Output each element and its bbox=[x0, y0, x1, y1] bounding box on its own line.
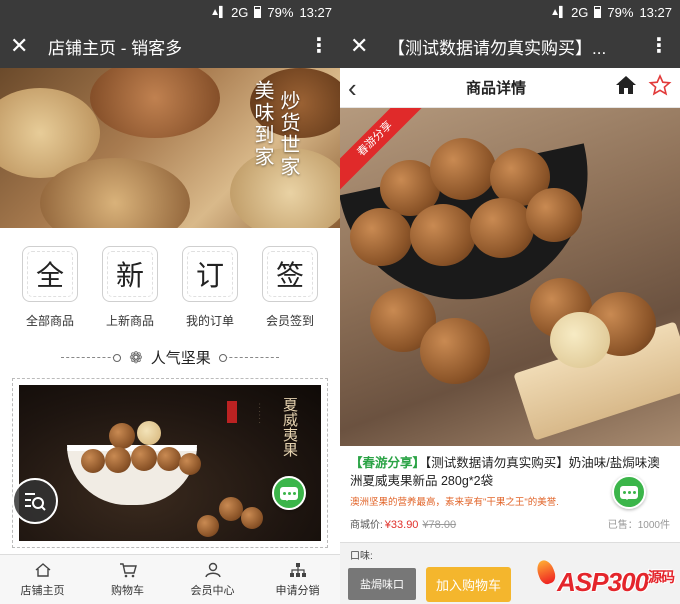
quicknav-icon: 全 bbox=[22, 246, 78, 302]
more-menu-icon[interactable]: ⋮ bbox=[648, 36, 670, 56]
battery-icon bbox=[254, 6, 262, 18]
quicknav-icon: 签 bbox=[262, 246, 318, 302]
search-list-icon bbox=[25, 493, 46, 511]
product-card[interactable]: 夏威夷果 · · · · · · bbox=[12, 378, 328, 548]
chat-fab-button[interactable] bbox=[272, 476, 306, 510]
title-bar: ✕ 店铺主页 - 销客多 ⋮ bbox=[0, 24, 340, 68]
quicknav-my-orders[interactable]: 订 我的订单 bbox=[175, 246, 245, 329]
tab-apply-distribution[interactable]: 申请分销 bbox=[255, 555, 340, 604]
product-hero-image: 春游分享 bbox=[340, 108, 680, 446]
quicknav-label: 上新商品 bbox=[105, 314, 154, 328]
right-screen: ▲▌ 2G 79% 13:27 ✕ 【测试数据请勿真实购买】... ⋮ ‹ 商品… bbox=[340, 0, 680, 604]
product-image: 夏威夷果 · · · · · · bbox=[19, 385, 321, 541]
tab-shop-home[interactable]: 店铺主页 bbox=[0, 555, 85, 604]
network-icon bbox=[288, 561, 308, 579]
bottom-tab-bar: 店铺主页 购物车 会员中心 申请分销 bbox=[0, 554, 340, 604]
battery-icon bbox=[594, 6, 602, 18]
detail-header: ‹ 商品详情 bbox=[340, 68, 680, 108]
flavor-option-chip[interactable]: 盐焗味口 bbox=[348, 568, 416, 600]
banner-text-line2: 美味到家 bbox=[251, 80, 275, 168]
price-label: 商城价: bbox=[350, 520, 383, 531]
battery-label: 79% bbox=[267, 4, 294, 20]
search-fab-button[interactable] bbox=[12, 478, 58, 524]
tab-cart[interactable]: 购物车 bbox=[85, 555, 170, 604]
section-title: 人气坚果 bbox=[150, 350, 211, 367]
user-icon bbox=[203, 561, 223, 579]
option-area: 口味: 盐焗味口 加入购物车 ASP300源码 bbox=[340, 542, 680, 604]
close-icon[interactable]: ✕ bbox=[10, 35, 38, 57]
sold-count: 已售：1000件 bbox=[607, 520, 670, 531]
option-label: 口味: bbox=[350, 551, 373, 562]
quicknav-icon: 新 bbox=[102, 246, 158, 302]
home-icon bbox=[33, 561, 53, 579]
time-label: 13:27 bbox=[299, 4, 332, 20]
price-row: 商城价: ¥33.90 ¥78.00 已售：1000件 bbox=[350, 516, 670, 531]
quick-nav: 全 全部商品 新 上新商品 订 我的订单 签 会员签到 bbox=[0, 246, 340, 329]
decorative-text: · · · · · · bbox=[256, 403, 262, 424]
status-bar: ▲▌ 2G 79% 13:27 bbox=[0, 0, 340, 24]
close-icon[interactable]: ✕ bbox=[350, 35, 378, 57]
signal-icon: ▲▌ bbox=[550, 6, 566, 18]
left-screen: ▲▌ 2G 79% 13:27 ✕ 店铺主页 - 销客多 ⋮ 炒货世家 美味到家… bbox=[0, 0, 340, 604]
cart-icon bbox=[118, 561, 138, 579]
star-favorite-icon[interactable] bbox=[648, 74, 672, 101]
page-title: 店铺主页 - 销客多 bbox=[48, 38, 183, 58]
quicknav-label: 我的订单 bbox=[185, 314, 234, 328]
chat-fab-button[interactable] bbox=[612, 475, 646, 509]
tab-label: 店铺主页 bbox=[20, 585, 65, 597]
banner-text-line1: 炒货世家 bbox=[277, 90, 301, 178]
divider bbox=[218, 354, 279, 362]
current-price: ¥33.90 bbox=[384, 519, 419, 531]
section-header: ❁ 人气坚果 bbox=[0, 347, 340, 368]
battery-label: 79% bbox=[607, 4, 634, 20]
quicknav-icon: 订 bbox=[182, 246, 238, 302]
network-label: 2G bbox=[231, 4, 249, 20]
more-menu-icon[interactable]: ⋮ bbox=[308, 36, 330, 56]
chat-icon bbox=[620, 485, 638, 500]
quicknav-label: 全部商品 bbox=[25, 314, 74, 328]
signal-icon: ▲▌ bbox=[210, 6, 226, 18]
divider bbox=[61, 354, 122, 362]
watermark-logo: ASP300源码 bbox=[557, 567, 675, 597]
quicknav-label: 会员签到 bbox=[265, 314, 314, 328]
hero-banner[interactable]: 炒货世家 美味到家 bbox=[0, 68, 340, 228]
quicknav-all-products[interactable]: 全 全部商品 bbox=[15, 246, 85, 329]
tab-label: 会员中心 bbox=[190, 585, 235, 597]
back-chevron-icon[interactable]: ‹ bbox=[348, 75, 378, 101]
status-bar: ▲▌ 2G 79% 13:27 bbox=[340, 0, 680, 24]
tab-member-center[interactable]: 会员中心 bbox=[170, 555, 255, 604]
original-price: ¥78.00 bbox=[422, 519, 457, 531]
quicknav-new-products[interactable]: 新 上新商品 bbox=[95, 246, 165, 329]
title-bar: ✕ 【测试数据请勿真实购买】... ⋮ bbox=[340, 24, 680, 68]
time-label: 13:27 bbox=[639, 4, 672, 20]
detail-title: 商品详情 bbox=[465, 80, 526, 97]
tab-label: 申请分销 bbox=[275, 585, 320, 597]
network-label: 2G bbox=[571, 4, 589, 20]
product-tag: 【春游分享】 bbox=[350, 456, 426, 470]
chat-icon bbox=[280, 486, 298, 501]
product-banner-text: 夏威夷果 bbox=[281, 397, 299, 457]
add-to-cart-button[interactable]: 加入购物车 bbox=[426, 566, 512, 602]
nut-icon: ❁ bbox=[129, 349, 143, 367]
home-icon[interactable] bbox=[614, 74, 638, 101]
page-title: 【测试数据请勿真实购买】... bbox=[388, 38, 607, 58]
quicknav-member-signin[interactable]: 签 会员签到 bbox=[255, 246, 325, 329]
tab-label: 购物车 bbox=[111, 585, 144, 597]
